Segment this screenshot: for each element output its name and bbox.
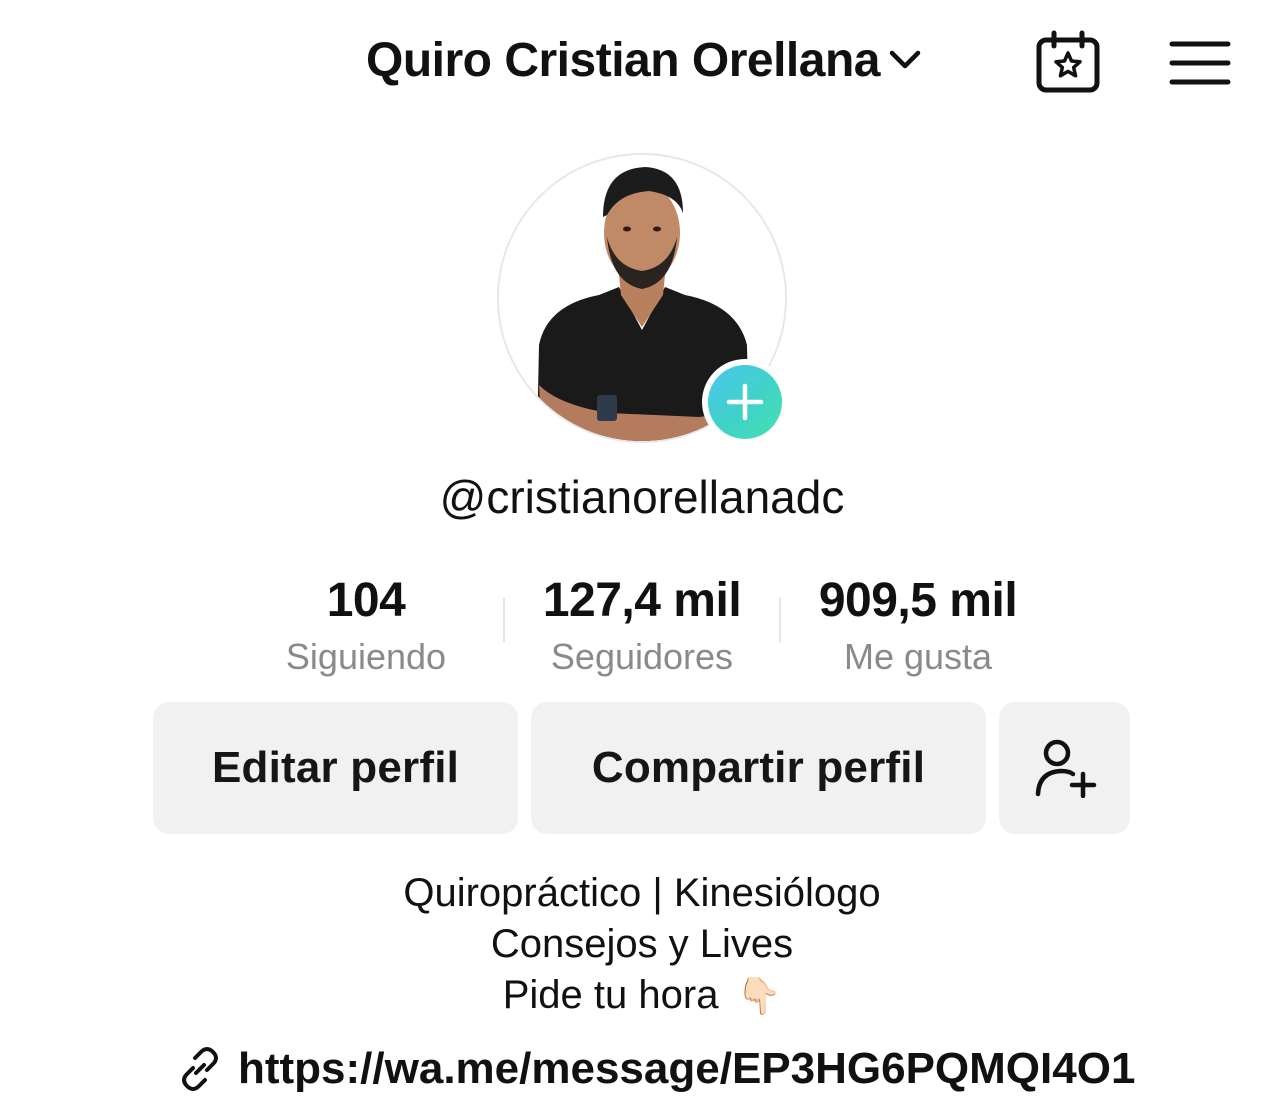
username: @cristianorellanadc [439, 471, 845, 523]
bio-link[interactable]: https://wa.me/message/EP3HG6PQMQI4O1 [176, 1038, 1135, 1100]
chevron-down-icon [889, 50, 921, 69]
followers-count: 127,4 mil [542, 574, 742, 627]
bio-line-1: Quiropráctico | Kinesiólogo [403, 871, 881, 915]
share-profile-button[interactable]: Compartir perfil [531, 702, 986, 834]
link-icon [182, 1047, 218, 1091]
following-count: 104 [326, 574, 406, 627]
profile-title: Quiro Cristian Orellana [366, 33, 880, 87]
stat-likes[interactable]: 909,5 mil Me gusta [793, 574, 1043, 682]
pointing-down-emoji: 👇🏻 [736, 975, 782, 1016]
account-switcher[interactable]: Quiro Cristian Orellana [366, 30, 924, 90]
add-badge-circle [708, 365, 782, 439]
add-friend-button[interactable] [999, 702, 1130, 834]
link-url: https://wa.me/message/EP3HG6PQMQI4O1 [238, 1044, 1136, 1093]
followers-label: Seguidores [550, 636, 734, 677]
bio-line-3: Pide tu hora 👇🏻 [0, 970, 1284, 1021]
likes-count: 909,5 mil [818, 574, 1018, 627]
add-story-button[interactable] [702, 359, 788, 445]
profile-page: Quiro Cristian Orellana @cristianorellan… [0, 0, 1284, 1112]
following-label: Siguiendo [285, 636, 447, 677]
stat-divider [503, 598, 505, 642]
stat-following[interactable]: 104 Siguiendo [266, 574, 466, 682]
stat-divider [779, 598, 781, 642]
add-user-icon [1035, 739, 1096, 798]
share-profile-label: Compartir perfil [591, 743, 926, 792]
bio: Quiropráctico | Kinesiólogo Consejos y L… [0, 868, 1284, 1021]
edit-profile-button[interactable]: Editar perfil [153, 702, 518, 834]
hamburger-menu-icon[interactable] [1168, 38, 1232, 88]
likes-label: Me gusta [843, 636, 993, 677]
avatar-container [497, 153, 788, 445]
plus-icon [726, 383, 764, 421]
bio-line-2: Consejos y Lives [490, 922, 794, 966]
top-bar: Quiro Cristian Orellana [0, 0, 1284, 120]
calendar-star-icon[interactable] [1034, 30, 1102, 96]
edit-profile-label: Editar perfil [211, 743, 460, 792]
stat-followers[interactable]: 127,4 mil Seguidores [521, 574, 763, 682]
bio-line-3-text: Pide tu hora [502, 973, 719, 1017]
